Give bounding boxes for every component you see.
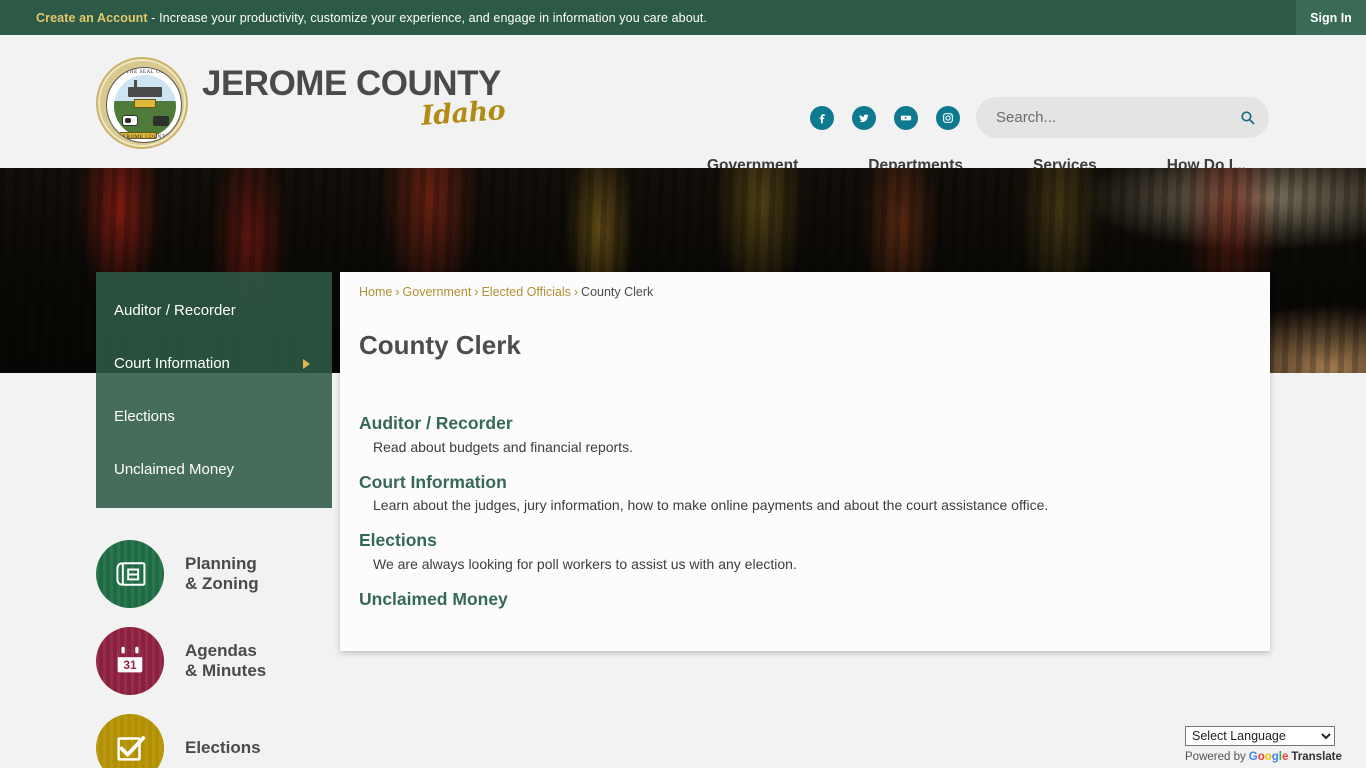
sidebar-item-label: Court Information — [114, 355, 230, 372]
main-content-card: Home › Government › Elected Officials › County… — [340, 272, 1270, 651]
sidebar-item-label: Auditor / Recorder — [114, 302, 236, 319]
sign-in-button[interactable]: Sign In — [1296, 0, 1366, 35]
blueprint-icon — [96, 540, 164, 608]
create-account-message: Create an Account - Increase your produc… — [36, 11, 707, 25]
svg-text:31: 31 — [123, 658, 137, 672]
translate-label: Translate — [1291, 751, 1342, 763]
create-account-link[interactable]: Create an Account — [36, 11, 148, 25]
seal-factory — [128, 87, 162, 97]
sub-page-links: Auditor / Recorder Read about budgets an… — [359, 412, 1246, 625]
link-heading-court-information[interactable]: Court Information — [359, 471, 1246, 495]
calendar-icon: 31 — [96, 627, 164, 695]
breadcrumb-link-elected-officials[interactable]: Elected Officials — [481, 285, 570, 299]
section-sidebar-nav: Auditor / Recorder Court Information Ele… — [96, 272, 332, 508]
link-heading-auditor-recorder[interactable]: Auditor / Recorder — [359, 412, 1246, 436]
link-description: We are always looking for poll workers t… — [373, 555, 797, 572]
social-links — [810, 106, 960, 130]
seal-signboard — [134, 99, 156, 108]
powered-by-google-translate: Powered by Google Translate — [1185, 751, 1366, 763]
sidebar-item-label: Elections — [114, 408, 175, 425]
sidebar-item-unclaimed-money[interactable]: Unclaimed Money — [96, 443, 332, 496]
brand-subtitle: Idaho — [419, 95, 506, 132]
link-heading-elections[interactable]: Elections — [359, 529, 1246, 553]
seal-tractor — [153, 116, 169, 126]
checkbox-check-icon — [96, 714, 164, 768]
seal-bottom-text: JEROME COUNTY — [120, 135, 170, 140]
link-description: Read about budgets and financial reports… — [373, 438, 633, 455]
quick-link-label: Planning & Zoning — [185, 553, 259, 593]
breadcrumb-separator: › — [573, 285, 579, 299]
brand-name: JEROME COUNTY — [202, 64, 501, 103]
top-utility-bar: Create an Account - Increase your produc… — [0, 0, 1366, 35]
quick-link-agendas-minutes[interactable]: 31 Agendas & Minutes — [96, 627, 266, 695]
brand-wordmark[interactable]: JEROME COUNTY Idaho — [202, 64, 506, 132]
facebook-icon[interactable] — [810, 106, 834, 130]
link-block-elections: Elections We are always looking for poll… — [359, 529, 1246, 574]
breadcrumb-link-government[interactable]: Government — [403, 285, 472, 299]
page-title: County Clerk — [359, 330, 521, 360]
create-account-message-text: - Increase your productivity, customize … — [147, 10, 707, 25]
youtube-icon[interactable] — [894, 106, 918, 130]
link-block-court-information: Court Information Learn about the judges… — [359, 471, 1246, 516]
seal-scene — [114, 75, 176, 137]
twitter-icon[interactable] — [852, 106, 876, 130]
sidebar-item-auditor-recorder[interactable]: Auditor / Recorder — [96, 284, 332, 337]
sidebar-item-label: Unclaimed Money — [114, 461, 235, 478]
language-select[interactable]: Select Language — [1185, 726, 1335, 746]
seal-inner-ring: THE SEAL OF JEROME COUNTY — [106, 67, 182, 143]
breadcrumb: Home › Government › Elected Officials › County… — [359, 285, 653, 299]
google-logo-text: Google — [1248, 751, 1289, 763]
breadcrumb-link-home[interactable]: Home — [359, 285, 392, 299]
quick-link-elections[interactable]: Elections — [96, 714, 266, 768]
search-bar[interactable] — [976, 97, 1269, 138]
powered-by-label: Powered by — [1185, 751, 1246, 763]
quick-links: Planning & Zoning 31 Agendas & Minutes E… — [96, 540, 266, 768]
breadcrumb-current-page: County Clerk — [581, 285, 654, 299]
breadcrumb-separator: › — [395, 285, 400, 299]
link-block-unclaimed-money: Unclaimed Money — [359, 588, 1246, 612]
chevron-right-icon — [303, 358, 310, 369]
quick-link-label: Agendas & Minutes — [185, 640, 267, 680]
quick-link-planning-zoning[interactable]: Planning & Zoning — [96, 540, 266, 608]
link-description: Learn about the judges, jury information… — [373, 497, 1049, 514]
breadcrumb-separator: › — [474, 285, 479, 299]
google-translate-widget: Select Language Powered by Google Transl… — [1185, 726, 1366, 763]
link-heading-unclaimed-money[interactable]: Unclaimed Money — [359, 588, 1246, 612]
quick-link-label: Elections — [185, 737, 261, 757]
sidebar-item-elections[interactable]: Elections — [96, 390, 332, 443]
search-input[interactable] — [996, 109, 1225, 126]
search-submit-button[interactable] — [1225, 97, 1269, 138]
county-seal-logo[interactable]: THE SEAL OF JEROME COUNTY — [96, 57, 188, 149]
instagram-icon[interactable] — [936, 106, 960, 130]
seal-cow — [122, 115, 138, 126]
sidebar-item-court-information[interactable]: Court Information — [96, 337, 332, 390]
link-block-auditor-recorder: Auditor / Recorder Read about budgets an… — [359, 412, 1246, 457]
site-header: THE SEAL OF JEROME COUNTY JEROME COUNTY … — [0, 35, 1366, 174]
